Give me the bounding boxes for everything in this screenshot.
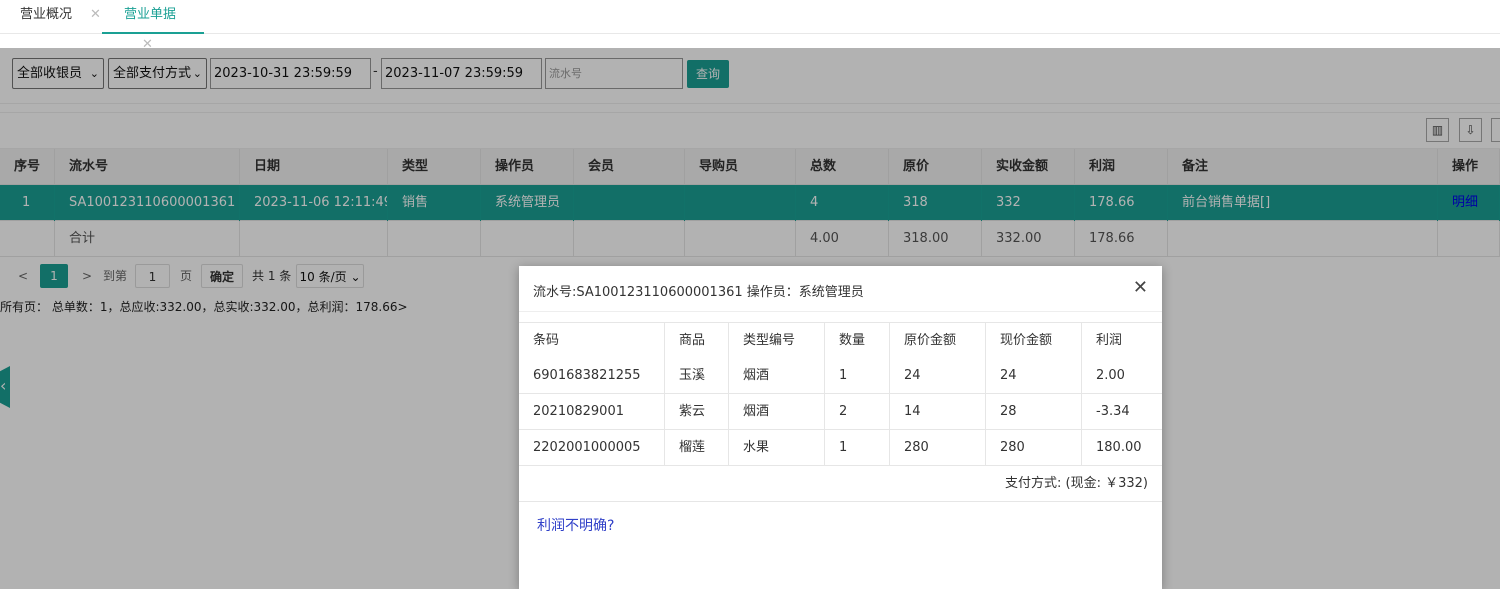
category-cell: 水果 (729, 430, 825, 465)
barcode-cell: 6901683821255 (519, 358, 665, 393)
barcode-cell: 20210829001 (519, 394, 665, 429)
product-cell: 榴莲 (665, 430, 729, 465)
product-cell: 玉溪 (665, 358, 729, 393)
tab-bar: 营业概况 ✕ 营业单据✕ (0, 0, 1500, 52)
current-amount-cell: 280 (986, 430, 1082, 465)
column-header: 商品 (665, 323, 729, 358)
barcode-cell: 2202001000005 (519, 430, 665, 465)
modal-title: 流水号:SA100123110600001361 操作员：系统管理员 (533, 285, 864, 300)
column-header: 数量 (825, 323, 890, 358)
category-cell: 烟酒 (729, 394, 825, 429)
detail-table-header: 条码 商品 类型编号 数量 原价金额 现价金额 利润 (519, 322, 1162, 358)
payment-method: 支付方式: (现金: ￥332) (519, 466, 1162, 502)
tab-label: 营业概况 (20, 7, 73, 22)
profit-cell: 180.00 (1096, 440, 1142, 455)
column-header: 条码 (519, 323, 665, 358)
table-row: 2202001000005 榴莲 水果 1 280 280 180.00 (519, 430, 1162, 466)
original-amount-cell: 14 (890, 394, 986, 429)
quantity-cell: 2 (825, 394, 890, 429)
close-icon[interactable]: ✕ (1133, 277, 1148, 298)
column-header: 类型编号 (729, 323, 825, 358)
quantity-cell: 1 (825, 358, 890, 393)
tab-sales-documents[interactable]: 营业单据✕ (102, 0, 204, 52)
tab-label: 营业单据 (124, 7, 177, 22)
column-header: 现价金额 (986, 323, 1082, 358)
original-amount-cell: 280 (890, 430, 986, 465)
original-amount-cell: 24 (890, 358, 986, 393)
profit-cell: 2.00 (1096, 368, 1125, 383)
tab-overview[interactable]: 营业概况 ✕ (20, 0, 101, 34)
detail-modal: 流水号:SA100123110600001361 操作员：系统管理员 ✕ 条码 … (519, 266, 1162, 589)
current-amount-cell: 28 (986, 394, 1082, 429)
table-row: 6901683821255 玉溪 烟酒 1 24 24 2.00 (519, 358, 1162, 394)
category-cell: 烟酒 (729, 358, 825, 393)
current-amount-cell: 24 (986, 358, 1082, 393)
modal-header: 流水号:SA100123110600001361 操作员：系统管理员 ✕ (519, 266, 1162, 312)
product-cell: 紫云 (665, 394, 729, 429)
column-header: 利润 (1082, 323, 1162, 358)
profit-unclear-link[interactable]: 利润不明确? (537, 515, 614, 535)
table-row: 20210829001 紫云 烟酒 2 14 28 -3.34 (519, 394, 1162, 430)
profit-cell: -3.34 (1096, 404, 1130, 419)
close-icon[interactable]: ✕ (90, 7, 101, 22)
quantity-cell: 1 (825, 430, 890, 465)
column-header: 原价金额 (890, 323, 986, 358)
